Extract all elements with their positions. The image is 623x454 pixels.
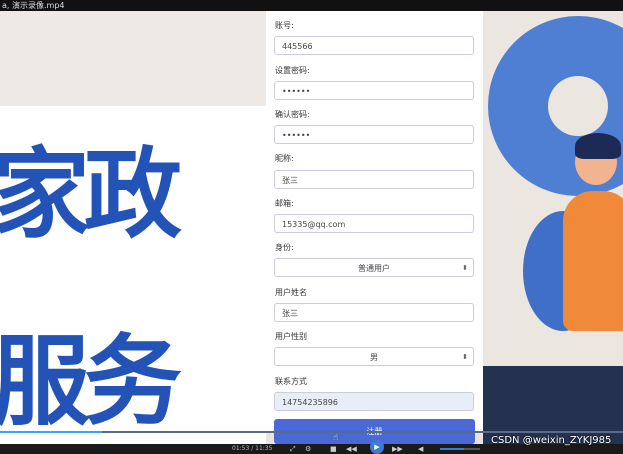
headline-line2: 服务 [0,325,182,439]
illustration [483,11,623,454]
window-title: a, 演示录像.mp4 [0,0,623,11]
realname-label: 用户姓名 [275,288,307,297]
identity-label: 身份: [275,243,294,252]
nickname-label: 昵称: [275,154,294,163]
gender-label: 用户性别 [275,332,307,341]
volume-fill [440,448,464,450]
realname-input[interactable]: 张三 [274,303,474,322]
play-icon[interactable]: ▶ [370,440,384,454]
email-label: 邮箱: [275,199,294,208]
volume-slider[interactable] [440,448,480,450]
stop-icon[interactable]: ■ [330,444,337,454]
video-progress-fill [0,431,102,433]
gender-select[interactable]: 男 ⬍ [274,347,474,366]
nickname-input[interactable]: 张三 [274,170,474,189]
person-hair [575,133,621,159]
password-label: 设置密码: [275,66,310,75]
account-label: 账号: [275,21,294,30]
video-progress-bar[interactable] [0,431,623,433]
identity-selected: 普通用户 [358,264,390,273]
fast-forward-icon[interactable]: ▶▶ [392,444,403,454]
person-body [563,191,623,331]
mouse-cursor-icon: ☝ [333,433,339,443]
confirm-password-label: 确认密码: [275,110,310,119]
fullscreen-icon[interactable]: ⤢ [290,444,296,454]
volume-icon[interactable]: ◀ [418,444,423,454]
settings-icon[interactable]: ⚙ [305,444,311,454]
chevron-updown-icon: ⬍ [462,353,468,361]
account-input[interactable]: 445566 [274,36,474,55]
register-form: 账号: 445566 设置密码: •••••• 确认密码: •••••• 昵称:… [266,11,483,431]
watermark: CSDN @weixin_ZYKJ985 [491,435,612,446]
rewind-icon[interactable]: ◀◀ [346,444,357,454]
identity-select[interactable]: 普通用户 ⬍ [274,258,474,277]
contact-input[interactable]: 14754235896 [274,392,474,411]
gender-selected: 男 [370,353,378,362]
password-input[interactable]: •••••• [274,81,474,100]
email-input[interactable]: 15335@qq.com [274,214,474,233]
contact-label: 联系方式 [275,377,307,386]
headline-line1: 家政 [0,138,182,252]
playback-time: 01:53 / 11:35 [232,445,273,452]
chevron-updown-icon: ⬍ [462,264,468,272]
confirm-password-input[interactable]: •••••• [274,125,474,144]
